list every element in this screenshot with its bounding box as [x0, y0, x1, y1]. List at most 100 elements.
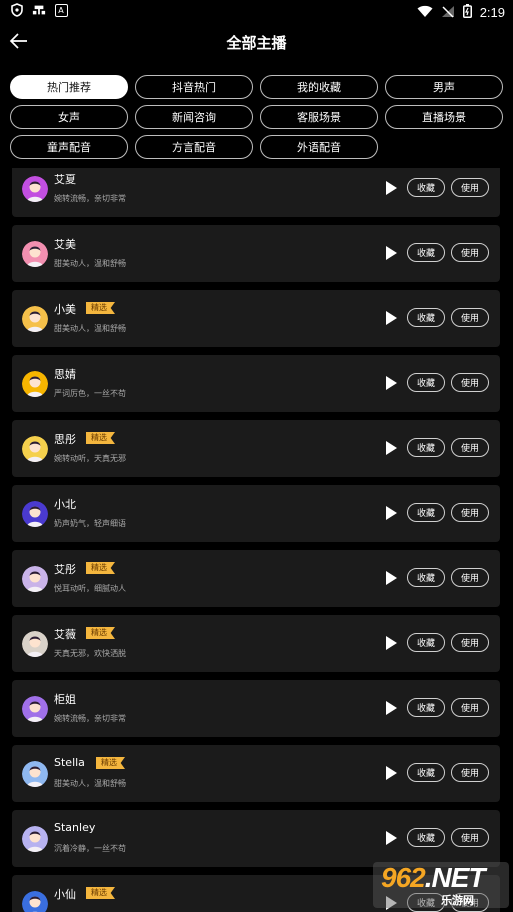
filter-chip[interactable]: 新闻咨询: [135, 105, 253, 129]
filter-chip[interactable]: 热门推荐: [10, 75, 128, 99]
game-icon: [32, 3, 46, 17]
play-icon[interactable]: [386, 246, 397, 260]
voice-description: 婉转动听，天真无邪: [54, 454, 126, 463]
play-icon[interactable]: [386, 376, 397, 390]
use-button[interactable]: 使用: [451, 503, 489, 522]
favorite-button[interactable]: 收藏: [407, 763, 445, 782]
voice-description: 婉转流畅，亲切非常: [54, 194, 126, 203]
avatar-icon: [22, 696, 48, 722]
avatar-icon: [22, 501, 48, 527]
voice-card[interactable]: 柜姐婉转流畅，亲切非常 收藏 使用: [12, 680, 500, 737]
filter-chip[interactable]: 童声配音: [10, 135, 128, 159]
use-button[interactable]: 使用: [451, 828, 489, 847]
voice-description: 婉转流畅，亲切非常: [54, 714, 126, 723]
filter-chip[interactable]: 方言配音: [135, 135, 253, 159]
use-button[interactable]: 使用: [451, 438, 489, 457]
avatar-icon: [22, 826, 48, 852]
page-title: 全部主播: [226, 34, 287, 52]
favorite-button[interactable]: 收藏: [407, 503, 445, 522]
voice-description: 奶声奶气，轻声细语: [54, 519, 126, 528]
filter-chip[interactable]: 我的收藏: [260, 75, 378, 99]
featured-badge: 精选: [86, 627, 115, 639]
play-icon[interactable]: [386, 506, 397, 520]
favorite-button[interactable]: 收藏: [407, 828, 445, 847]
use-button[interactable]: 使用: [451, 308, 489, 327]
favorite-button[interactable]: 收藏: [407, 243, 445, 262]
avatar-icon: [22, 891, 48, 912]
voice-description: 沉着冷静，一丝不苟: [54, 844, 126, 853]
voice-name: 小仙: [54, 888, 76, 901]
status-bar: A 2:19: [0, 0, 513, 24]
play-icon[interactable]: [386, 181, 397, 195]
filter-chip[interactable]: 抖音热门: [135, 75, 253, 99]
battery-icon: [462, 3, 472, 22]
voice-card[interactable]: 艾美甜美动人，温和舒畅 收藏 使用: [12, 225, 500, 282]
play-icon[interactable]: [386, 441, 397, 455]
voice-list: 艾夏 婉转流畅，亲切非常 收藏 使用 艾美 甜美动人，温和舒畅 收藏 使用 小美 精选 甜美动人，温…: [0, 168, 513, 912]
voice-card[interactable]: Stella 精选甜美动人，温和舒畅 收藏 使用: [12, 745, 500, 802]
play-icon[interactable]: [386, 311, 397, 325]
voice-name: 思婧: [54, 368, 76, 381]
voice-name: 小美: [54, 303, 76, 316]
voice-name: 艾夏: [54, 173, 76, 186]
voice-description: 甜美动人，温和舒畅: [54, 259, 126, 268]
favorite-button[interactable]: 收藏: [407, 373, 445, 392]
favorite-button[interactable]: 收藏: [407, 438, 445, 457]
use-button[interactable]: 使用: [451, 568, 489, 587]
voice-name: 柜姐: [54, 693, 76, 706]
avatar-icon: [22, 761, 48, 787]
play-icon[interactable]: [386, 766, 397, 780]
voice-card[interactable]: 小美 精选甜美动人，温和舒畅 收藏 使用: [12, 290, 500, 347]
featured-badge: 精选: [96, 757, 125, 769]
favorite-button[interactable]: 收藏: [407, 308, 445, 327]
voice-card[interactable]: 思婧严词厉色，一丝不苟 收藏 使用: [12, 355, 500, 412]
filter-chip[interactable]: 直播场景: [385, 105, 503, 129]
voice-card[interactable]: 思彤 精选婉转动听，天真无邪 收藏 使用: [12, 420, 500, 477]
wifi-icon: [417, 3, 433, 22]
voice-card[interactable]: 艾彤 精选 悦耳动听，细腻动人 收藏 使用: [12, 550, 500, 607]
filter-chip[interactable]: 女声: [10, 105, 128, 129]
voice-card[interactable]: Stanley 沉着冷静，一丝不苟 收藏 使用: [12, 810, 500, 867]
voice-description: 悦耳动听，细腻动人: [54, 584, 126, 593]
no-signal-icon: [441, 3, 455, 22]
play-icon[interactable]: [386, 571, 397, 585]
filter-chip[interactable]: 男声: [385, 75, 503, 99]
shield-icon: [10, 3, 24, 17]
voice-description: 甜美动人，温和舒畅: [54, 324, 126, 333]
avatar-icon: [22, 566, 48, 592]
voice-card[interactable]: 艾薇 精选天真无邪，欢快洒脱 收藏 使用: [12, 615, 500, 672]
use-button[interactable]: 使用: [451, 633, 489, 652]
avatar-icon: [22, 631, 48, 657]
voice-name: 艾美: [54, 238, 76, 251]
play-icon[interactable]: [386, 636, 397, 650]
filter-chip[interactable]: 客服场景: [260, 105, 378, 129]
filter-chip[interactable]: 外语配音: [260, 135, 378, 159]
use-button[interactable]: 使用: [451, 243, 489, 262]
play-icon[interactable]: [386, 831, 397, 845]
watermark-suffix: .NET: [424, 862, 486, 893]
voice-name: 小北: [54, 498, 76, 511]
voice-card[interactable]: 艾夏婉转流畅，亲切非常 收藏 使用: [12, 168, 500, 217]
featured-badge: 精选: [86, 302, 115, 314]
voice-card[interactable]: 小北奶声奶气，轻声细语 收藏 使用: [12, 485, 500, 542]
favorite-button[interactable]: 收藏: [407, 633, 445, 652]
a-box-icon: A: [54, 3, 68, 17]
use-button[interactable]: 使用: [451, 763, 489, 782]
watermark-number: 962: [381, 862, 426, 893]
watermark-logo: 962.NET 乐游网: [373, 862, 509, 908]
voice-description: 甜美动人，温和舒畅: [54, 779, 126, 788]
favorite-button[interactable]: 收藏: [407, 178, 445, 197]
use-button[interactable]: 使用: [451, 178, 489, 197]
play-icon[interactable]: [386, 701, 397, 715]
use-button[interactable]: 使用: [451, 698, 489, 717]
use-button[interactable]: 使用: [451, 373, 489, 392]
voice-description: 严词厉色，一丝不苟: [54, 389, 126, 398]
voice-name: Stella: [54, 756, 85, 769]
voice-name: 思彤: [54, 433, 76, 446]
avatar-icon: [22, 306, 48, 332]
favorite-button[interactable]: 收藏: [407, 698, 445, 717]
featured-badge: 精选: [86, 432, 115, 444]
voice-description: 天真无邪，欢快洒脱: [54, 649, 126, 658]
voice-name: 艾薇: [54, 628, 76, 641]
favorite-button[interactable]: 收藏: [407, 568, 445, 587]
